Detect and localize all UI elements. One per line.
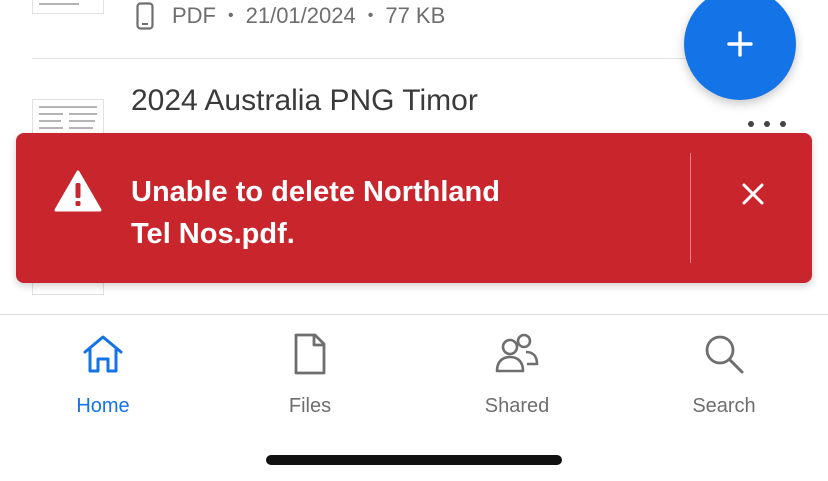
close-icon [742,183,764,205]
toast-message-line: Unable to delete Northland [131,176,500,208]
add-button[interactable] [684,0,796,100]
file-type: PDF [172,3,216,28]
nav-item-search[interactable]: Search [654,331,794,418]
file-icon [294,333,326,375]
alert-icon [54,170,102,212]
plus-icon [727,31,753,57]
home-icon [83,335,123,373]
more-options-button[interactable] [748,116,786,132]
row-divider [32,58,796,59]
toast-message: Unable to delete Northland Tel Nos.pdf. [131,171,561,255]
nav-item-shared[interactable]: Shared [447,331,587,418]
home-indicator [266,455,562,465]
nav-item-files[interactable]: Files [240,331,380,418]
nav-label-home: Home [76,395,130,417]
file-date: 21/01/2024 [245,3,356,28]
file-title: 2024 Australia PNG Timor [131,84,478,117]
meta-separator: • [367,7,374,24]
nav-label-files: Files [288,395,332,417]
error-toast: Unable to delete Northland Tel Nos.pdf. [16,133,812,283]
people-icon [495,333,539,373]
search-icon [705,335,744,374]
close-toast-button[interactable] [736,177,770,211]
file-thumbnail [32,0,104,14]
nav-label-shared: Shared [484,395,550,417]
file-meta: PDF • 21/01/2024 • 77 KB [136,2,445,30]
toast-message-line: Tel Nos.pdf. [131,218,295,250]
toast-divider [690,153,691,263]
phone-icon [136,2,154,30]
meta-separator: • [228,7,234,24]
nav-label-search: Search [692,395,756,417]
file-size: 77 KB [385,3,446,28]
nav-item-home[interactable]: Home [33,331,173,418]
